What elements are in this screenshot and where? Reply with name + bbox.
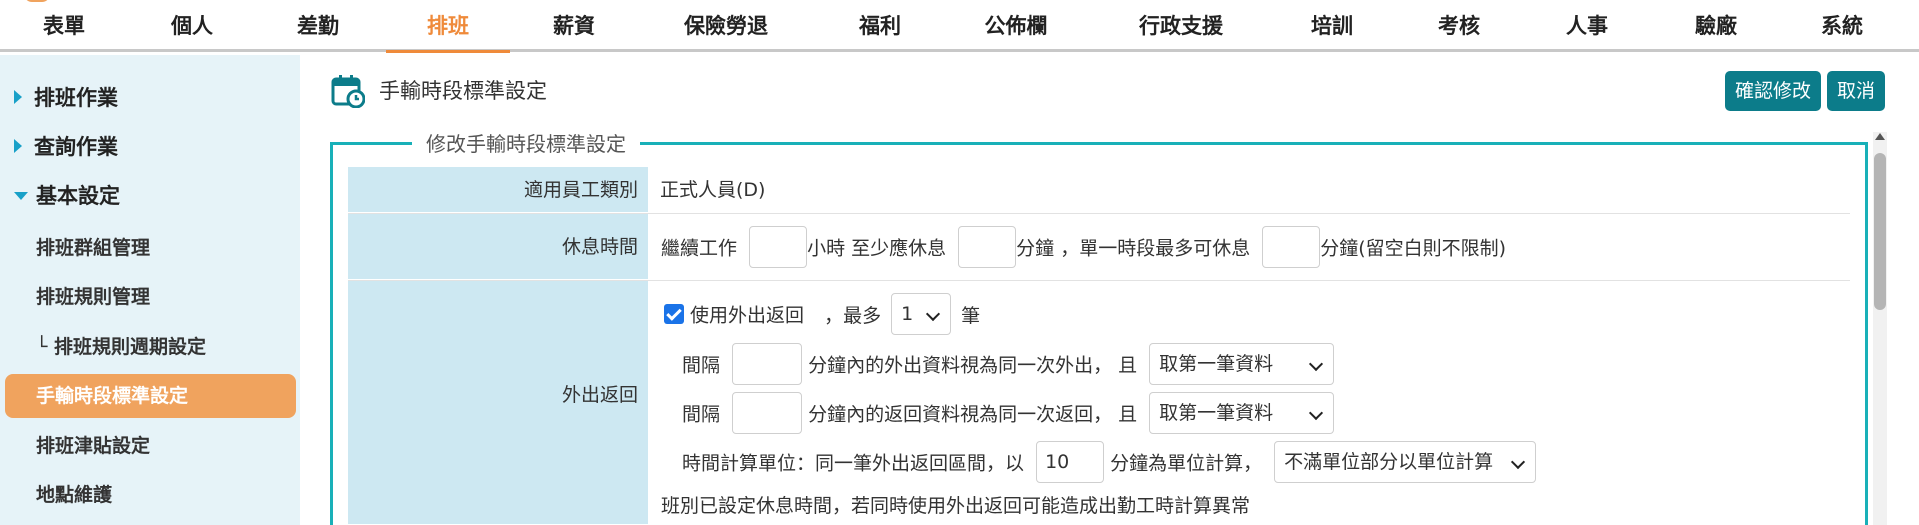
remainder-rule-select[interactable]: 不滿單位部分以單位計算 bbox=[1274, 441, 1537, 483]
sidebar-item-rule-management[interactable]: 排班規則管理 bbox=[36, 282, 150, 312]
use-outing-checkbox[interactable] bbox=[664, 304, 684, 324]
caret-right-icon bbox=[14, 90, 22, 104]
top-navigation: 表單 個人 差勤 排班 薪資 保險勞退 福利 公佈欄 行政支援 培訓 考核 人事… bbox=[0, 0, 1919, 53]
sidebar-item-manual-period-settings[interactable]: 手輸時段標準設定 bbox=[5, 374, 296, 418]
nav-item-attendance[interactable]: 差勤 bbox=[297, 0, 339, 52]
sidebar-item-allowance-settings[interactable]: 排班津貼設定 bbox=[36, 431, 150, 461]
calendar-clock-icon bbox=[331, 75, 365, 108]
time-unit-input[interactable]: 10 bbox=[1036, 441, 1105, 483]
page-title: 手輸時段標準設定 bbox=[379, 79, 547, 103]
return-pick-select[interactable]: 取第一筆資料 bbox=[1149, 392, 1335, 434]
nav-item-insurance-pension[interactable]: 保險勞退 bbox=[684, 0, 768, 52]
row-employee-type: 適用員工類別 正式人員(D) bbox=[348, 167, 1850, 214]
sidebar-item-group-management[interactable]: 排班群組管理 bbox=[36, 233, 150, 263]
sidebar-section-basic-settings[interactable]: 基本設定 bbox=[14, 181, 120, 211]
time-unit-line: 時間計算單位：同一筆外出返回區間，以 10 分鐘為單位計算， 不滿單位部分以單位計… bbox=[682, 441, 1537, 483]
max-rest-minutes-input[interactable] bbox=[1262, 226, 1321, 268]
caret-down-icon bbox=[14, 192, 28, 200]
min-rest-minutes-input[interactable] bbox=[958, 226, 1017, 268]
fieldset-legend: 修改手輸時段標準設定 bbox=[412, 130, 640, 158]
employee-type-value: 正式人員(D) bbox=[660, 179, 766, 201]
nav-item-bulletin[interactable]: 公佈欄 bbox=[985, 0, 1048, 52]
active-nav-underline bbox=[386, 50, 510, 53]
outing-interval-line: 間隔 分鐘內的外出資料視為同一次外出， 且 取第一筆資料 bbox=[682, 343, 1335, 385]
nav-item-personal[interactable]: 個人 bbox=[171, 0, 213, 52]
nav-item-payroll[interactable]: 薪資 bbox=[553, 0, 595, 52]
nav-item-training[interactable]: 培訓 bbox=[1311, 0, 1353, 52]
sidebar-section-schedule-ops[interactable]: 排班作業 bbox=[14, 83, 118, 113]
row-rest-time: 休息時間 繼續工作 小時 至少應休息 分鐘 ，單一時段最多可休息 分鐘(留空白則… bbox=[348, 214, 1850, 281]
outing-use-line: 使用外出返回 ，最多 1 筆 bbox=[664, 293, 980, 335]
scrollbar-thumb[interactable] bbox=[1874, 153, 1886, 310]
return-interval-line: 間隔 分鐘內的返回資料視為同一次返回， 且 取第一筆資料 bbox=[682, 392, 1335, 434]
nav-item-scheduling[interactable]: 排班 bbox=[427, 0, 469, 52]
work-hours-input[interactable] bbox=[749, 226, 808, 268]
nav-item-factory-audit[interactable]: 驗廠 bbox=[1695, 0, 1737, 52]
label-rest-time: 休息時間 bbox=[348, 214, 648, 280]
label-employee-type: 適用員工類別 bbox=[348, 167, 648, 213]
nav-item-welfare[interactable]: 福利 bbox=[859, 0, 901, 52]
label-outing-return: 外出返回 bbox=[348, 281, 648, 525]
max-count-select[interactable]: 1 bbox=[891, 293, 952, 335]
sidebar-item-location-maintenance[interactable]: 地點維護 bbox=[36, 480, 112, 510]
return-interval-input[interactable] bbox=[732, 392, 803, 434]
confirm-edit-button[interactable]: 確認修改 bbox=[1725, 71, 1822, 111]
sidebar-item-rule-cycle-settings[interactable]: └ 排班規則週期設定 bbox=[36, 332, 206, 362]
nav-item-forms[interactable]: 表單 bbox=[43, 0, 85, 52]
nav-item-assessment[interactable]: 考核 bbox=[1438, 0, 1480, 52]
outing-interval-input[interactable] bbox=[732, 343, 803, 385]
row-outing-return: 外出返回 使用外出返回 ，最多 1 筆 間隔 分鐘內的外出資料視為同一次外出， … bbox=[348, 281, 1850, 525]
rest-time-line: 繼續工作 小時 至少應休息 分鐘 ，單一時段最多可休息 分鐘(留空白則不限制) bbox=[661, 226, 1506, 268]
outing-pick-select[interactable]: 取第一筆資料 bbox=[1149, 343, 1335, 385]
nav-item-system[interactable]: 系統 bbox=[1821, 0, 1863, 52]
scroll-up-arrow-icon[interactable] bbox=[1875, 133, 1885, 140]
sidebar-section-query-ops[interactable]: 查詢作業 bbox=[14, 132, 118, 162]
nav-item-admin-support[interactable]: 行政支援 bbox=[1139, 0, 1223, 52]
nav-item-personnel[interactable]: 人事 bbox=[1566, 0, 1608, 52]
cancel-button[interactable]: 取消 bbox=[1827, 71, 1886, 111]
outing-warning-text: 班別已設定休息時間，若同時使用外出返回可能造成出勤工時計算異常 bbox=[661, 495, 1251, 517]
caret-right-icon bbox=[14, 139, 22, 153]
